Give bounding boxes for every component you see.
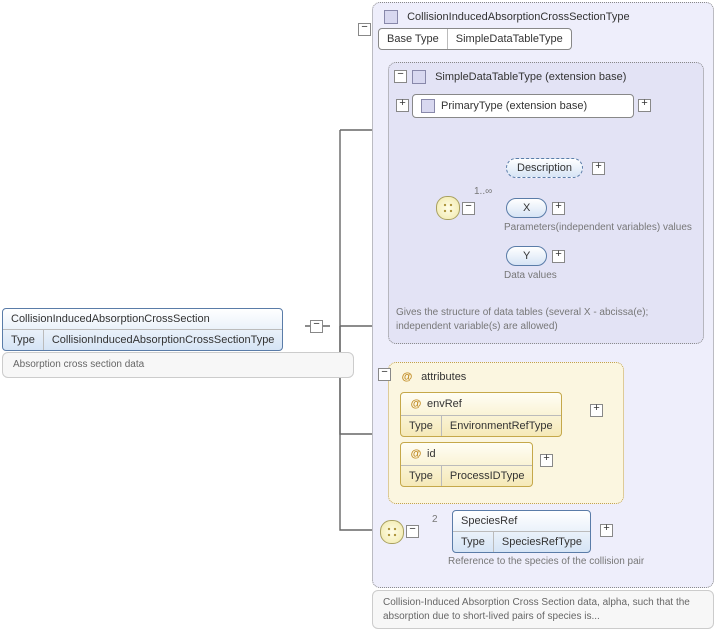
sequence-collapse-toggle[interactable]: − [462,202,475,215]
speciesref-note: Reference to the species of the collisio… [448,556,698,567]
speciesref-name: SpeciesRef [453,511,525,531]
outer-footer-note: Collision-Induced Absorption Cross Secti… [372,590,714,629]
outer-basetype-value: SimpleDataTableType [447,29,571,49]
root-note: Absorption cross section data [2,352,354,378]
x-note: Parameters(independent variables) values [504,222,698,233]
attr-envref-type-value: EnvironmentRefType [441,416,561,436]
outer-header: CollisionInducedAbsorptionCrossSectionTy… [384,10,630,24]
species-sequence-toggle[interactable]: − [406,525,419,538]
primary-type-box[interactable]: PrimaryType (extension base) [412,94,634,118]
sequence-icon [436,196,460,220]
root-type-label: Type [3,330,43,350]
root-type-value: CollisionInducedAbsorptionCrossSectionTy… [43,330,283,350]
attribute-icon: @ [409,447,423,461]
x-expand[interactable]: + [552,202,565,215]
attr-envref-expand[interactable]: + [590,404,603,417]
attribute-group-icon: @ [400,370,414,384]
outer-header-text: CollisionInducedAbsorptionCrossSectionTy… [407,11,630,23]
speciesref-type-label: Type [453,532,493,552]
description-expand[interactable]: + [592,162,605,175]
primary-type-text: PrimaryType (extension base) [441,100,587,112]
y-expand[interactable]: + [552,250,565,263]
species-cardinality: 2 [432,514,438,525]
outer-basetype-row: Base Type SimpleDataTableType [378,28,572,50]
speciesref-expand[interactable]: + [600,524,613,537]
complextype-icon [421,99,435,113]
outer-basetype-label: Base Type [379,29,447,49]
inner-header-text: SimpleDataTableType (extension base) [435,71,626,83]
inner-collapse-toggle[interactable]: − [394,70,407,83]
attr-id[interactable]: @ id Type ProcessIDType [400,442,533,487]
attributes-header-text: attributes [421,371,466,383]
speciesref-type-value: SpeciesRefType [493,532,590,552]
sequence-cardinality: 1..∞ [474,186,492,197]
attr-id-type-label: Type [401,466,441,486]
root-element[interactable]: CollisionInducedAbsorptionCrossSection T… [2,308,283,351]
inner-footer-note: Gives the structure of data tables (seve… [396,306,694,333]
attributes-collapse-toggle[interactable]: − [378,368,391,381]
speciesref-element[interactable]: SpeciesRef Type SpeciesRefType [452,510,591,553]
root-collapse-toggle[interactable]: − [310,320,323,333]
attr-envref-type-label: Type [401,416,441,436]
primary-expand-toggle[interactable]: + [396,99,409,112]
species-sequence-icon [380,520,404,544]
root-element-name: CollisionInducedAbsorptionCrossSection [3,309,218,329]
inner-header: SimpleDataTableType (extension base) [412,70,626,84]
attr-id-expand[interactable]: + [540,454,553,467]
attr-id-name: id [427,448,436,460]
attr-envref-name: envRef [427,398,462,410]
y-note: Data values [504,270,557,281]
x-element[interactable]: X [506,198,547,218]
attribute-icon: @ [409,397,423,411]
y-element[interactable]: Y [506,246,547,266]
attributes-header: @ attributes [400,370,466,384]
attr-id-type-value: ProcessIDType [441,466,533,486]
complextype-icon [384,10,398,24]
complextype-icon [412,70,426,84]
primary-right-expand[interactable]: + [638,99,651,112]
attr-envref[interactable]: @ envRef Type EnvironmentRefType [400,392,562,437]
outer-collapse-toggle[interactable]: − [358,23,371,36]
description-element[interactable]: Description [506,158,583,178]
